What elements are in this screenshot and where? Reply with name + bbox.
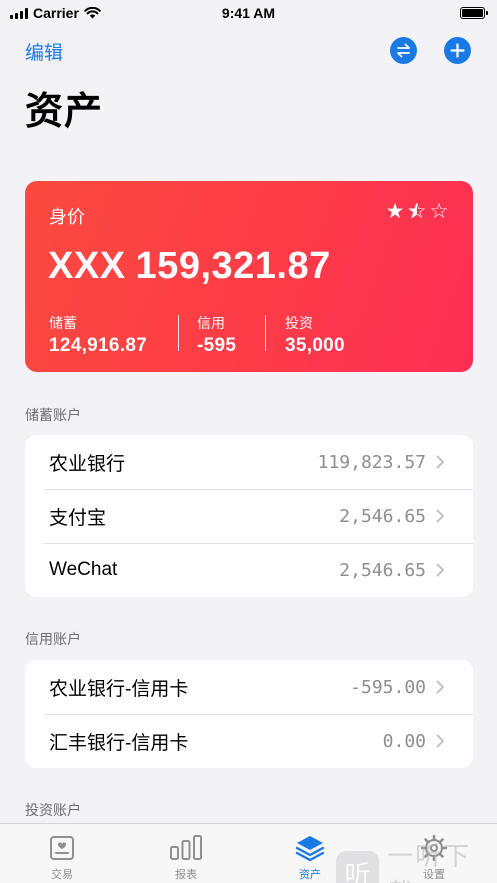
cellular-signal-icon: [10, 7, 28, 19]
wifi-icon: [84, 7, 101, 19]
chevron-right-icon: [436, 509, 444, 523]
metric-savings: 储蓄 124,916.87: [49, 313, 147, 357]
account-name: WeChat: [49, 559, 118, 580]
transactions-icon: [50, 836, 74, 860]
account-name: 支付宝: [49, 507, 107, 529]
plus-icon: [450, 43, 465, 58]
account-row[interactable]: WeChat 2,546.65: [25, 543, 473, 597]
chevron-right-icon: [436, 563, 444, 577]
metric-credit: 信用 -595: [197, 313, 236, 357]
metric-divider: [178, 315, 179, 351]
credit-accounts-list: 农业银行-信用卡 -595.00 汇丰银行-信用卡 0.00: [25, 660, 473, 768]
status-bar: Carrier 9:41 AM: [0, 0, 497, 26]
carrier-name: Carrier: [33, 5, 79, 21]
account-balance: 119,823.57: [317, 451, 426, 473]
tab-label: 报表: [175, 869, 197, 881]
account-row[interactable]: 农业银行-信用卡 -595.00: [25, 660, 473, 714]
tab-label: 交易: [51, 869, 73, 881]
net-worth-label: 身价: [49, 207, 85, 227]
credit-section-header: 信用账户: [25, 631, 81, 647]
currency-code: XXX: [48, 245, 126, 287]
chart-bars-icon: [170, 835, 202, 860]
account-balance: 2,546.65: [339, 505, 426, 527]
add-account-button[interactable]: [444, 37, 471, 64]
battery-icon: [460, 7, 488, 19]
metric-label: 储蓄: [49, 315, 77, 331]
star-filled-icon: ★: [385, 200, 405, 223]
tab-transactions[interactable]: 交易: [0, 824, 124, 883]
account-balance: 0.00: [382, 730, 426, 752]
net-worth-amount: XXX 159,321.87: [48, 245, 331, 288]
account-balance: -595.00: [350, 676, 426, 698]
account-name: 农业银行: [49, 453, 126, 475]
metric-value: 124,916.87: [49, 335, 148, 356]
rating-stars: ★ ★☆★ ☆: [385, 201, 449, 222]
account-row[interactable]: 支付宝 2,546.65: [25, 489, 473, 543]
layers-icon: [295, 836, 325, 862]
watermark: 听 一听下载: [336, 836, 497, 883]
account-name: 农业银行-信用卡: [49, 678, 189, 700]
account-name: 汇丰银行-信用卡: [49, 732, 189, 754]
star-empty-icon: ☆: [429, 200, 449, 223]
transfer-button[interactable]: [390, 37, 417, 64]
status-left: Carrier: [10, 5, 101, 21]
investment-section-header: 投资账户: [25, 802, 81, 818]
metric-label: 投资: [285, 315, 313, 331]
net-worth-value: 159,321.87: [135, 245, 331, 287]
metric-investment: 投资 35,000: [285, 313, 345, 357]
account-row[interactable]: 农业银行 119,823.57: [25, 435, 473, 489]
net-worth-card[interactable]: 身价 ★ ★☆★ ☆ XXX159,321.87 储蓄 124,916.87 信…: [25, 181, 473, 372]
chevron-right-icon: [436, 680, 444, 694]
chevron-right-icon: [436, 455, 444, 469]
nav-bar: 编辑: [0, 34, 497, 68]
edit-button[interactable]: 编辑: [25, 38, 63, 65]
transfer-arrows-icon: [397, 43, 410, 58]
savings-accounts-list: 农业银行 119,823.57 支付宝 2,546.65 WeChat 2,54…: [25, 435, 473, 597]
account-balance: 2,546.65: [339, 559, 426, 581]
savings-section-header: 储蓄账户: [25, 407, 81, 423]
chevron-right-icon: [436, 734, 444, 748]
metric-divider: [265, 315, 266, 351]
watermark-text: 一听下载: [387, 841, 472, 883]
tab-label: 资产: [299, 869, 321, 881]
metric-value: -595: [197, 335, 237, 356]
watermark-badge: 听: [336, 851, 380, 883]
star-half-icon: ★☆★: [407, 200, 427, 223]
metric-value: 35,000: [285, 335, 345, 356]
account-row[interactable]: 汇丰银行-信用卡 0.00: [25, 714, 473, 768]
page-title: 资产: [25, 91, 104, 133]
metric-label: 信用: [197, 315, 225, 331]
tab-reports[interactable]: 报表: [124, 824, 248, 883]
